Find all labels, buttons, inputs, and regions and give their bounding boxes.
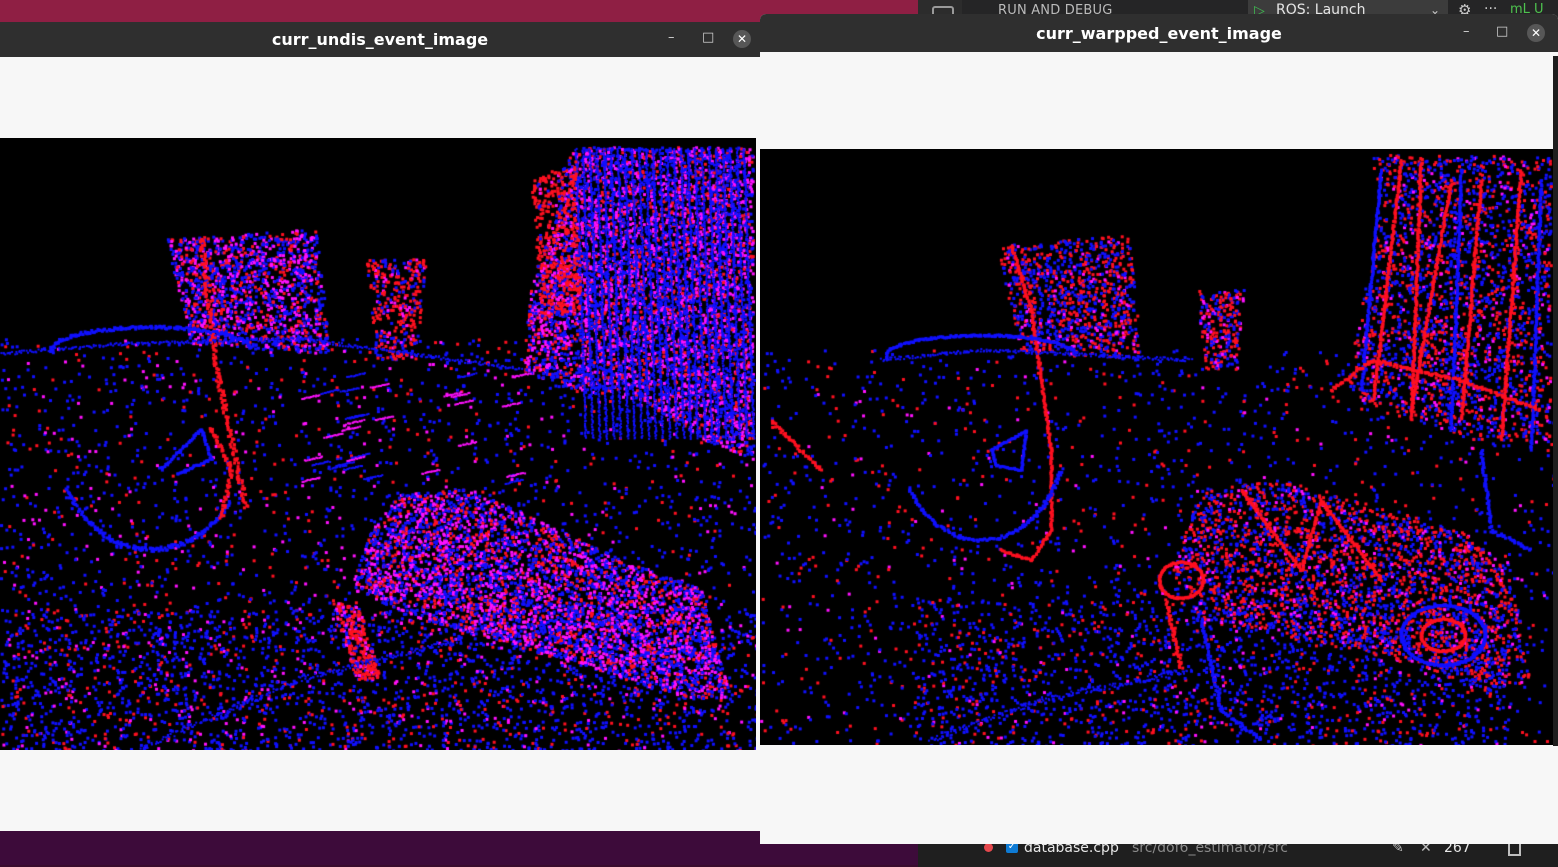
warpped-event-image-window: curr_warpped_event_image – □ ✕ <box>760 14 1558 844</box>
minimize-button[interactable]: – <box>668 30 675 45</box>
window-titlebar[interactable]: curr_undis_event_image – □ ✕ <box>0 22 760 57</box>
window-title: curr_undis_event_image <box>271 30 489 49</box>
close-button[interactable]: ✕ <box>1527 24 1545 42</box>
editor-scroll-edge <box>1553 56 1558 746</box>
window-title: curr_warpped_event_image <box>1036 24 1282 43</box>
maximize-button[interactable]: □ <box>1496 24 1508 39</box>
minimize-button[interactable]: – <box>1463 24 1470 39</box>
window-titlebar[interactable]: curr_warpped_event_image – □ ✕ <box>760 14 1558 52</box>
trash-icon[interactable] <box>1508 842 1521 856</box>
undis-event-image-window: curr_undis_event_image – □ ✕ <box>0 22 760 831</box>
warpped-event-image <box>760 149 1553 745</box>
event-image-canvas <box>760 149 1553 745</box>
breakpoint-dot-icon[interactable] <box>984 843 993 852</box>
undis-event-image <box>0 138 756 750</box>
close-button[interactable]: ✕ <box>733 30 751 48</box>
maximize-button[interactable]: □ <box>702 30 714 45</box>
event-image-canvas <box>0 138 756 750</box>
